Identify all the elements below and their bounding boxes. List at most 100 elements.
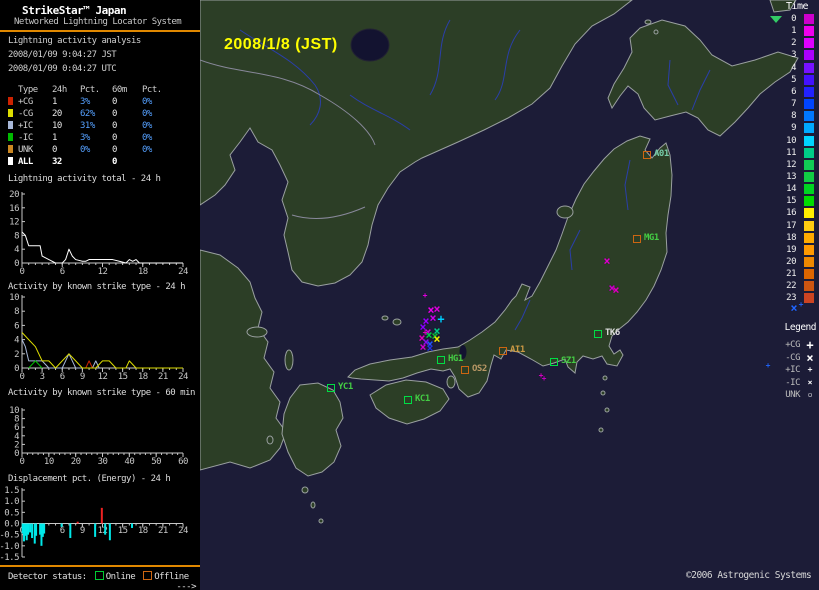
chart-4-plot: 1.51.00.50.0-0.5-1.0-1.503691215182124 bbox=[0, 486, 188, 563]
svg-text:15: 15 bbox=[118, 526, 128, 536]
type-label: UNK bbox=[18, 145, 33, 155]
hour-label: 11 bbox=[786, 147, 796, 158]
svg-text:1.0: 1.0 bbox=[4, 497, 19, 507]
offline-status-icon bbox=[143, 571, 153, 580]
legend-item-+CG: +CG + bbox=[776, 339, 818, 352]
time-legend-row-15: 15 bbox=[770, 195, 816, 207]
svg-text:10: 10 bbox=[9, 406, 19, 416]
svg-text:4: 4 bbox=[14, 336, 19, 346]
detector-marker-TK6[interactable]: TK6 bbox=[594, 328, 620, 338]
count-60m: 0 bbox=[112, 97, 117, 107]
time-legend-row-14: 14 bbox=[770, 183, 816, 195]
svg-text:21: 21 bbox=[158, 372, 168, 380]
hour-label: 0 bbox=[791, 14, 796, 24]
time-legend-row-16: 16 bbox=[770, 207, 816, 219]
detector-marker-YC1[interactable]: YC1 bbox=[327, 382, 353, 392]
pct-24h: 0% bbox=[80, 145, 90, 155]
map-canvas[interactable]: 2008/1/8 (JST) A01 MG1 TK6 AI1 SZ1 HG1 OS2 YC1 K… bbox=[200, 0, 819, 590]
detector-marker-OS2[interactable]: OS2 bbox=[461, 364, 487, 374]
type-color-swatch bbox=[8, 145, 13, 153]
strikestar-app: 2008/1/8 (JST) A01 MG1 TK6 AI1 SZ1 HG1 OS2 YC1 K… bbox=[0, 0, 819, 590]
hour-color-swatch bbox=[804, 184, 814, 195]
hour-label: 14 bbox=[786, 184, 796, 195]
app-subtitle: Networked Lightning Locator System bbox=[14, 17, 182, 27]
time-legend-row-22: 22 bbox=[770, 280, 816, 292]
count-24h: 32 bbox=[52, 157, 62, 167]
hour-color-swatch bbox=[804, 74, 814, 85]
detector-marker-HG1[interactable]: HG1 bbox=[437, 354, 463, 364]
hour-color-swatch bbox=[804, 135, 814, 146]
svg-text:0: 0 bbox=[20, 457, 25, 467]
time-legend-row-3: 3 bbox=[770, 49, 816, 61]
svg-text:50: 50 bbox=[151, 457, 161, 467]
cg-strike-icon: × bbox=[433, 332, 441, 346]
svg-text:18: 18 bbox=[138, 372, 148, 380]
detector-label: SZ1 bbox=[561, 356, 576, 366]
hour-label: 6 bbox=[791, 86, 796, 97]
svg-text:9: 9 bbox=[80, 526, 85, 536]
hour-color-swatch bbox=[804, 281, 814, 292]
svg-text:8: 8 bbox=[14, 415, 19, 425]
count-60m: 0 bbox=[112, 133, 117, 143]
count-24h: 20 bbox=[52, 109, 62, 119]
type-color-swatch bbox=[8, 157, 13, 165]
count-24h: 1 bbox=[52, 133, 57, 143]
svg-text:12: 12 bbox=[98, 372, 108, 380]
svg-text:0: 0 bbox=[14, 449, 19, 459]
count-60m: 0 bbox=[112, 157, 117, 167]
ic-strike-icon: + bbox=[422, 328, 428, 337]
app-title: StrikeStar™ Japan bbox=[22, 4, 127, 17]
type-label: -CG bbox=[18, 109, 33, 119]
hour-label: 3 bbox=[791, 50, 796, 61]
detector-marker-SZ1[interactable]: SZ1 bbox=[550, 356, 576, 366]
detector-marker-MG1[interactable]: MG1 bbox=[633, 233, 659, 243]
time-legend-row-9: 9 bbox=[770, 122, 816, 134]
pct-60m: 0% bbox=[142, 133, 152, 143]
detector-marker-KC1[interactable]: KC1 bbox=[404, 394, 430, 404]
svg-text:18: 18 bbox=[138, 267, 148, 277]
divider-top bbox=[0, 30, 200, 32]
legend-item--CG: -CG × bbox=[776, 352, 818, 365]
count-60m: 0 bbox=[112, 145, 117, 155]
island-sado bbox=[556, 205, 574, 219]
type-label: +CG bbox=[18, 97, 33, 107]
island-north2 bbox=[653, 29, 659, 35]
hour-color-swatch bbox=[804, 86, 814, 97]
hour-label: 10 bbox=[786, 135, 796, 146]
pct-60m: 0% bbox=[142, 145, 152, 155]
legend-item-+IC: +IC + bbox=[776, 364, 818, 377]
island-goto bbox=[266, 435, 274, 445]
time-legend-row-4: 4 bbox=[770, 62, 816, 74]
detector-marker-A01[interactable]: A01 bbox=[643, 149, 669, 159]
legend-item-symbol: ▫ bbox=[807, 390, 813, 399]
hour-label: 8 bbox=[791, 111, 796, 122]
svg-text:6: 6 bbox=[14, 423, 19, 433]
chart-3-plot: 02468100 10 20 30 40 50 60 bbox=[9, 406, 188, 467]
section-title: Lightning activity analysis bbox=[8, 36, 141, 46]
hour-label: 12 bbox=[786, 159, 796, 170]
stats-row-+CG: +CG 1 3% 0 0% bbox=[8, 96, 194, 108]
pct-24h: 3% bbox=[80, 133, 90, 143]
svg-text:6: 6 bbox=[60, 372, 65, 380]
pct-60m: 0% bbox=[142, 109, 152, 119]
hour-color-swatch bbox=[804, 196, 814, 207]
scroll-arrow[interactable]: ---> bbox=[176, 582, 196, 590]
svg-text:24: 24 bbox=[178, 372, 188, 380]
detector-marker-AI1[interactable]: AI1 bbox=[499, 345, 525, 355]
hour-label: 4 bbox=[791, 62, 796, 73]
legend-item-label: UNK bbox=[785, 390, 800, 400]
type-color-swatch bbox=[8, 133, 13, 141]
type-color-swatch bbox=[8, 97, 13, 105]
svg-text:40: 40 bbox=[124, 457, 134, 467]
pct-24h: 3% bbox=[80, 97, 90, 107]
hour-label: 15 bbox=[786, 196, 796, 207]
symbol-legend-items: +CG + -CG × +IC + -IC × UNK ▫ bbox=[776, 339, 818, 402]
chart-2-plot: 02468100 3 6 9 12 15 18 21 24 bbox=[9, 293, 188, 380]
svg-text:24: 24 bbox=[178, 526, 188, 536]
svg-text:6: 6 bbox=[14, 321, 19, 331]
timestamp-jst: 2008/01/09 9:04:27 JST bbox=[8, 50, 117, 60]
hour-color-swatch bbox=[804, 269, 814, 280]
detector-status-bar: Detector status: Online Offline ---> bbox=[8, 571, 198, 590]
hour-label: 22 bbox=[786, 281, 796, 292]
map-date-overlay: 2008/1/8 (JST) bbox=[224, 36, 338, 53]
